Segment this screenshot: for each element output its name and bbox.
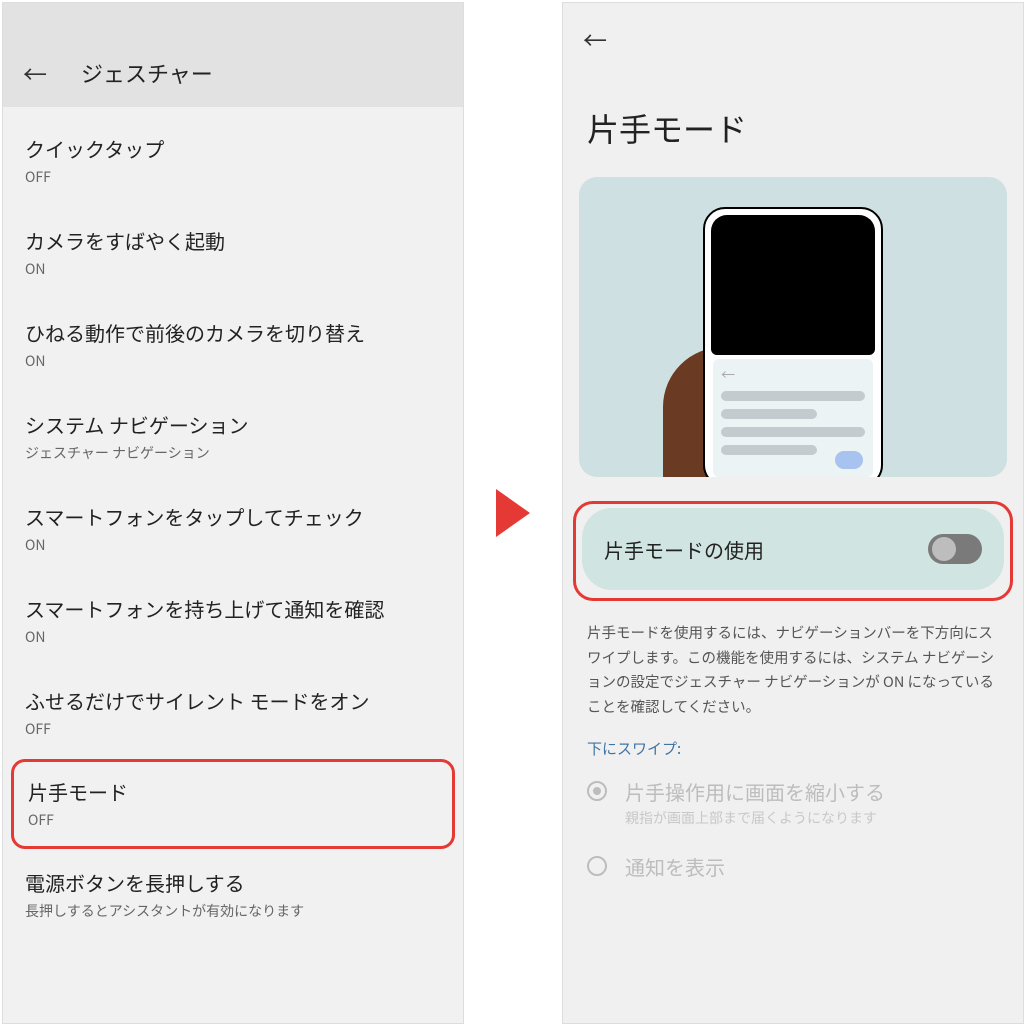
one-hand-toggle-row[interactable]: 片手モードの使用 <box>582 508 1004 590</box>
back-icon[interactable]: ← <box>23 61 47 85</box>
app-bar: ← <box>563 3 1023 75</box>
option-title: 片手操作用に画面を縮小する <box>625 777 885 806</box>
hero-illustration: ← <box>579 177 1007 477</box>
item-title: カメラをすばやく起動 <box>25 227 441 255</box>
settings-list: クイックタップ OFF カメラをすばやく起動 ON ひねる動作で前後のカメラを切… <box>3 107 463 941</box>
item-title: システム ナビゲーション <box>25 411 441 439</box>
item-sub: ON <box>25 535 441 555</box>
app-bar: ← ジェスチャー <box>3 39 463 107</box>
radio-option-shrink[interactable]: 片手操作用に画面を縮小する 親指が画面上部まで届くようになります <box>563 765 1023 840</box>
item-sub: ON <box>25 627 441 647</box>
list-item[interactable]: 電源ボタンを長押しする 長押しするとアシスタントが有効になります <box>3 849 463 941</box>
flow-arrow <box>488 2 538 1024</box>
toggle-switch[interactable] <box>928 534 982 564</box>
radio-icon[interactable] <box>587 856 607 876</box>
list-item[interactable]: スマートフォンを持ち上げて通知を確認 ON <box>3 575 463 667</box>
list-item[interactable]: ふせるだけでサイレント モードをオン OFF <box>3 667 463 759</box>
item-title: スマートフォンを持ち上げて通知を確認 <box>25 595 441 623</box>
item-title: 電源ボタンを長押しする <box>25 869 441 897</box>
arrow-right-icon <box>496 489 530 537</box>
item-title: 片手モード <box>28 778 438 806</box>
list-item[interactable]: ひねる動作で前後のカメラを切り替え ON <box>3 299 463 391</box>
description-text: 片手モードを使用するには、ナビゲーションバーを下方向にスワイプします。この機能を… <box>563 601 1023 728</box>
item-sub: 長押しするとアシスタントが有効になります <box>25 901 441 921</box>
item-title: クイックタップ <box>25 135 441 163</box>
item-sub: ON <box>25 259 441 279</box>
item-sub: OFF <box>25 719 441 739</box>
swipe-header: 下にスワイプ: <box>563 728 1023 765</box>
page-title: 片手モード <box>563 75 1023 177</box>
one-hand-mode-screen: ← 片手モード ← 片手モードの使用 片手モードを使用するには、ナビゲーショ <box>562 2 1024 1024</box>
item-title: ふせるだけでサイレント モードをオン <box>25 687 441 715</box>
list-item[interactable]: クイックタップ OFF <box>3 115 463 207</box>
phone-icon: ← <box>703 207 883 477</box>
item-title: スマートフォンをタップしてチェック <box>25 503 441 531</box>
status-bar <box>3 3 463 39</box>
option-sub: 親指が画面上部まで届くようになります <box>625 808 885 828</box>
list-item[interactable]: カメラをすばやく起動 ON <box>3 207 463 299</box>
back-icon[interactable]: ← <box>583 27 607 51</box>
one-hand-toggle-highlight: 片手モードの使用 <box>573 501 1013 601</box>
toggle-label: 片手モードの使用 <box>604 535 764 564</box>
item-sub: OFF <box>28 810 438 830</box>
radio-icon[interactable] <box>587 781 607 801</box>
list-item[interactable]: スマートフォンをタップしてチェック ON <box>3 483 463 575</box>
radio-option-notify[interactable]: 通知を表示 <box>563 840 1023 893</box>
one-hand-mode-item[interactable]: 片手モード OFF <box>11 759 455 849</box>
item-sub: ON <box>25 351 441 371</box>
gestures-screen: ← ジェスチャー クイックタップ OFF カメラをすばやく起動 ON ひねる動作… <box>2 2 464 1024</box>
list-item[interactable]: システム ナビゲーション ジェスチャー ナビゲーション <box>3 391 463 483</box>
page-title: ジェスチャー <box>81 57 213 89</box>
option-title: 通知を表示 <box>625 852 725 881</box>
item-title: ひねる動作で前後のカメラを切り替え <box>25 319 441 347</box>
item-sub: ジェスチャー ナビゲーション <box>25 443 441 463</box>
item-sub: OFF <box>25 167 441 187</box>
